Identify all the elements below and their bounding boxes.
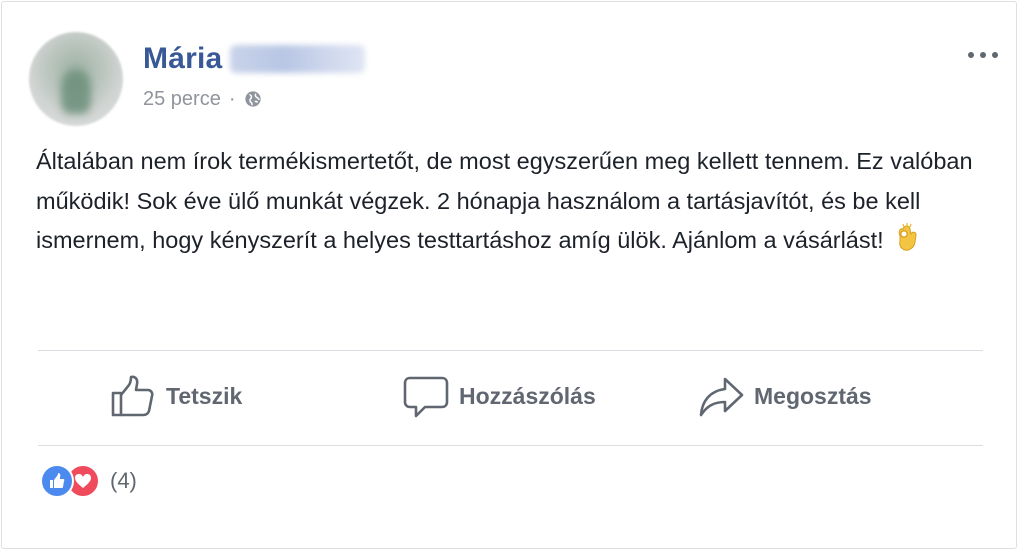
post-text: Általában nem írok termékismertetőt, de … <box>36 142 996 261</box>
author-row: Mária <box>143 39 366 79</box>
ok-hand-emoji <box>898 223 917 251</box>
share-label: Megosztás <box>754 382 872 409</box>
ellipsis-dot-icon <box>980 52 986 58</box>
more-options-button[interactable] <box>968 48 998 62</box>
like-reaction-icon <box>40 464 74 498</box>
avatar-figure <box>61 70 91 114</box>
share-button[interactable]: Megosztás <box>698 368 872 424</box>
divider-top <box>38 350 983 351</box>
meta-separator: · <box>228 87 236 110</box>
like-label: Tetszik <box>166 382 243 409</box>
author-name[interactable]: Mária <box>143 42 222 76</box>
timestamp[interactable]: 25 perce <box>143 88 221 111</box>
comment-label: Hozzászólás <box>459 382 596 409</box>
like-button[interactable]: Tetszik <box>110 368 242 424</box>
divider-bottom <box>38 445 983 446</box>
comment-button[interactable]: Hozzászólás <box>403 368 596 424</box>
post-meta: 25 perce · <box>143 86 262 112</box>
avatar[interactable] <box>29 32 123 126</box>
reaction-count[interactable]: (4) <box>110 468 137 494</box>
globe-icon[interactable] <box>244 90 262 108</box>
reactions-summary[interactable]: (4) <box>40 463 137 499</box>
thumbs-up-icon <box>111 375 154 417</box>
ellipsis-dot-icon <box>992 52 998 58</box>
post-body: Általában nem írok termékismertetőt, de … <box>36 148 973 253</box>
post-card: Mária 25 perce · Általában nem írok term… <box>1 1 1017 549</box>
ellipsis-dot-icon <box>968 52 974 58</box>
share-arrow-icon <box>699 377 744 417</box>
author-surname-blurred <box>230 45 366 73</box>
comment-icon <box>403 376 449 418</box>
